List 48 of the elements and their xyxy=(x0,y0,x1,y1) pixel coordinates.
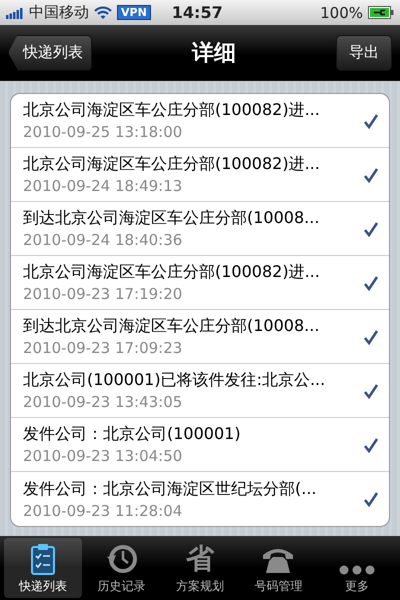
battery-percent: 100% xyxy=(320,4,363,22)
tab-glyph: 省 xyxy=(186,543,214,575)
tab-label: 号码管理 xyxy=(254,578,302,595)
tracking-status: 到达北京公司海淀区车公庄分部(10008... xyxy=(23,208,320,229)
tracking-time: 2010-09-24 18:40:36 xyxy=(23,231,184,249)
clock-icon xyxy=(106,543,138,575)
tracking-status: 发件公司：北京公司海淀区世纪坛分部(... xyxy=(23,478,318,500)
tab-label: 更多 xyxy=(344,578,369,595)
tab-label: 历史记录 xyxy=(98,578,146,595)
tab-label: 快递列表 xyxy=(19,578,68,595)
wifi-icon xyxy=(94,6,112,20)
tracking-status: 北京公司海淀区车公庄分部(100082)进... xyxy=(23,262,321,283)
page-title: 详细 xyxy=(192,40,236,68)
signal-icon xyxy=(6,6,24,18)
tracking-time: 2010-09-23 13:04:50 xyxy=(23,447,184,465)
tab-item[interactable]: 号码管理 xyxy=(239,538,318,598)
tracking-row[interactable]: 北京公司海淀区车公庄分部(100082)进... 2010-09-24 18:49:13 xyxy=(11,148,389,202)
tracking-status: 到达北京公司海淀区车公庄分部(10008... xyxy=(23,316,320,337)
tracking-time: 2010-09-23 13:43:05 xyxy=(23,393,184,411)
tracking-status: 北京公司海淀区车公庄分部(100082)进... xyxy=(23,100,321,121)
tracking-time: 2010-09-23 17:19:20 xyxy=(23,285,184,303)
tracking-row[interactable]: 发件公司：北京公司海淀区世纪坛分部(... 2010-09-23 11:28:04 xyxy=(11,472,389,526)
tab-item[interactable]: 更多 xyxy=(318,538,396,598)
back-button[interactable]: 快递列表 xyxy=(8,34,92,70)
tracking-time: 2010-09-24 18:49:13 xyxy=(23,177,184,195)
battery-icon xyxy=(368,6,394,19)
tracking-row[interactable]: 到达北京公司海淀区车公庄分部(10008... 2010-09-23 17:09:23 xyxy=(11,310,389,364)
clock-time: 14:57 xyxy=(172,3,223,22)
export-button[interactable]: 导出 xyxy=(336,34,392,70)
tab-label: 方案规划 xyxy=(176,578,224,595)
vpn-badge: VPN xyxy=(117,5,151,20)
tab-item[interactable]: 省 方案规划 xyxy=(160,538,240,598)
tracking-time: 2010-09-23 11:28:04 xyxy=(23,502,184,520)
tracking-status: 发件公司：北京公司(100001) xyxy=(23,424,242,445)
tracking-row[interactable]: 北京公司海淀区车公庄分部(100082)进... 2010-09-25 13:18:00 xyxy=(11,94,389,148)
tracking-row[interactable]: 北京公司海淀区车公庄分部(100082)进... 2010-09-23 17:19:20 xyxy=(11,256,389,310)
tracking-row[interactable]: 到达北京公司海淀区车公庄分部(10008... 2010-09-24 18:40:36 xyxy=(11,202,389,256)
tracking-time: 2010-09-23 17:09:23 xyxy=(23,339,184,357)
clipboard-icon xyxy=(30,543,56,575)
tracking-row[interactable]: 发件公司：北京公司(100001) 2010-09-23 13:04:50 xyxy=(11,418,389,472)
tracking-time: 2010-09-25 13:18:00 xyxy=(23,123,184,141)
carrier-name: 中国移动 xyxy=(29,3,89,22)
tracking-status: 北京公司(100001)已将该件发往:北京公... xyxy=(23,370,326,391)
tracking-status: 北京公司海淀区车公庄分部(100082)进... xyxy=(23,154,321,175)
tracking-row[interactable]: 北京公司(100001)已将该件发往:北京公... 2010-09-23 13:43:05 xyxy=(11,364,389,418)
tab-item[interactable]: 快递列表 xyxy=(4,538,82,598)
more-icon xyxy=(338,565,375,575)
tab-item[interactable]: 历史记录 xyxy=(82,538,161,598)
